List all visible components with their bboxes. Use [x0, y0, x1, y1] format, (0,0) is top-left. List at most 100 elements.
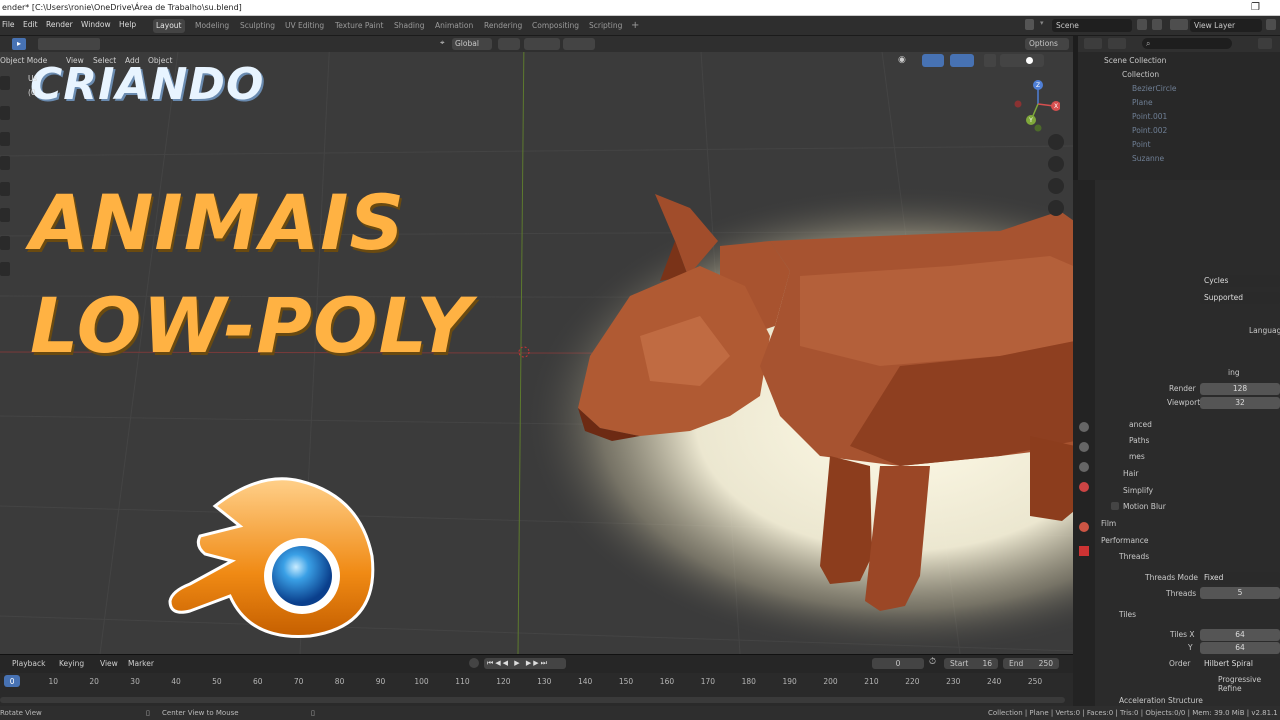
menu-render[interactable]: Render — [46, 20, 73, 29]
select-box-icon[interactable]: ▸ — [12, 38, 26, 50]
selection-mode-icons[interactable] — [38, 38, 100, 50]
measure-tool-icon[interactable] — [0, 262, 10, 276]
scene-selector[interactable]: Scene — [1052, 19, 1132, 32]
display-mode-icon[interactable] — [1108, 38, 1126, 49]
menu-edit[interactable]: Edit — [23, 20, 38, 29]
current-frame-field[interactable]: 0 — [872, 658, 924, 669]
material-tab-icon[interactable] — [1079, 522, 1089, 532]
outliner-item-plane[interactable]: Plane — [1078, 96, 1280, 110]
hair-header[interactable]: Hair — [1123, 469, 1138, 478]
view-layer-selector[interactable]: View Layer — [1190, 19, 1262, 32]
tab-uv-editing[interactable]: UV Editing — [282, 19, 327, 33]
world-tab-icon[interactable] — [1079, 442, 1089, 452]
menu-object[interactable]: Object — [148, 56, 172, 65]
timeline-scrollbar[interactable] — [0, 697, 1065, 703]
performance-header[interactable]: Performance — [1101, 536, 1149, 545]
playback-controls[interactable]: ⏮◀◀ ▶ ▶▶⏭ — [484, 658, 566, 669]
xray-toggle-icon[interactable] — [984, 54, 996, 67]
render-samples-field[interactable]: 128 — [1200, 383, 1280, 395]
perspective-grid-icon[interactable] — [1048, 200, 1064, 216]
new-view-layer-icon[interactable] — [1266, 19, 1276, 30]
tab-compositing[interactable]: Compositing — [529, 19, 582, 33]
outliner-item-suzanne[interactable]: Suzanne — [1078, 152, 1280, 166]
start-frame-field[interactable]: Start 16 — [944, 658, 998, 669]
gizmo-toggle-icon[interactable] — [922, 54, 944, 67]
menu-help[interactable]: Help — [119, 20, 136, 29]
threads-field[interactable]: 5 — [1200, 587, 1280, 599]
tab-rendering[interactable]: Rendering — [481, 19, 525, 33]
viewport-samples-field[interactable]: 32 — [1200, 397, 1280, 409]
outliner-item-point-002[interactable]: Point.002 — [1078, 124, 1280, 138]
outliner-search-input[interactable]: ⌕ — [1142, 38, 1232, 49]
acceleration-structure-header[interactable]: Acceleration Structure — [1119, 696, 1203, 705]
select-tool-icon[interactable] — [0, 76, 10, 90]
texture-tab-icon[interactable] — [1079, 546, 1089, 556]
motion-blur-checkbox[interactable] — [1111, 502, 1119, 510]
marker-menu[interactable]: Marker — [128, 659, 154, 668]
outliner-item-point-001[interactable]: Point.001 — [1078, 110, 1280, 124]
mode-dropdown[interactable]: Object Mode — [0, 56, 47, 65]
film-header[interactable]: Film — [1101, 519, 1116, 528]
overlay-toggle-icon[interactable] — [950, 54, 974, 67]
outliner-scene-collection[interactable]: Scene Collection — [1078, 54, 1280, 68]
threads-subheader[interactable]: Threads — [1119, 552, 1149, 561]
filter-icon[interactable] — [1258, 38, 1272, 49]
menu-select[interactable]: Select — [93, 56, 116, 65]
modifier-tab-icon[interactable] — [1079, 482, 1089, 492]
tab-texture-paint[interactable]: Texture Paint — [332, 19, 386, 33]
outliner-collection[interactable]: Collection — [1078, 68, 1280, 82]
motion-blur-header[interactable]: Motion Blur — [1123, 502, 1166, 511]
scene-tab-icon[interactable] — [1079, 422, 1089, 432]
options-dropdown[interactable]: Options — [1025, 38, 1069, 50]
stopwatch-icon[interactable]: ⏱ — [929, 657, 936, 667]
order-dropdown[interactable]: Hilbert Spiral — [1200, 658, 1280, 670]
playback-menu[interactable]: Playback — [12, 659, 45, 668]
tab-scripting[interactable]: Scripting — [586, 19, 625, 33]
new-scene-icon[interactable] — [1137, 19, 1147, 30]
solid-shading-icon[interactable] — [1026, 57, 1033, 64]
progressive-refine-checkbox[interactable]: Progressive Refine — [1218, 675, 1280, 693]
end-frame-field[interactable]: End 250 — [1003, 658, 1059, 669]
pivot-point-dropdown[interactable] — [498, 38, 520, 50]
tiles-y-field[interactable]: 64 — [1200, 642, 1280, 654]
scale-tool-icon[interactable] — [0, 182, 10, 196]
tab-modeling[interactable]: Modeling — [192, 19, 232, 33]
move-tool-icon[interactable] — [0, 132, 10, 146]
tiles-x-field[interactable]: 64 — [1200, 629, 1280, 641]
record-button[interactable] — [469, 658, 479, 668]
pin-icon[interactable]: ▾ — [1040, 19, 1052, 30]
snapping-toggle[interactable] — [524, 38, 560, 50]
annotate-tool-icon[interactable] — [0, 236, 10, 250]
outliner-item-beziercircle[interactable]: BezierCircle — [1078, 82, 1280, 96]
volumes-header[interactable]: mes — [1129, 452, 1145, 461]
rotate-tool-icon[interactable] — [0, 156, 10, 170]
shading-mode-icons[interactable] — [1000, 54, 1044, 67]
tab-animation[interactable]: Animation — [432, 19, 476, 33]
threads-mode-dropdown[interactable]: Fixed — [1200, 572, 1280, 584]
menu-view[interactable]: View — [66, 56, 84, 65]
transform-tool-icon[interactable] — [0, 208, 10, 222]
transform-orientation-dropdown[interactable]: Global — [452, 38, 492, 50]
tab-layout[interactable]: Layout — [153, 19, 185, 33]
editor-type-icon[interactable] — [1084, 38, 1102, 49]
cursor-tool-icon[interactable] — [0, 106, 10, 120]
light-paths-header[interactable]: Paths — [1129, 436, 1149, 445]
tab-sculpting[interactable]: Sculpting — [237, 19, 278, 33]
device-dropdown[interactable]: Supported — [1200, 292, 1280, 304]
advanced-header[interactable]: anced — [1129, 420, 1152, 429]
zoom-icon[interactable] — [1048, 134, 1064, 150]
timeline-view-menu[interactable]: View — [100, 659, 118, 668]
render-engine-dropdown[interactable]: Cycles — [1200, 275, 1280, 287]
view-layer-icon[interactable] — [1170, 19, 1188, 30]
hand-pan-icon[interactable] — [1048, 156, 1064, 172]
visibility-eye-icon[interactable]: ◉ — [898, 55, 914, 67]
tiles-subheader[interactable]: Tiles — [1119, 610, 1136, 619]
scene-icon[interactable] — [1025, 19, 1034, 30]
proportional-editing-toggle[interactable] — [563, 38, 595, 50]
menu-file[interactable]: File — [2, 20, 15, 29]
object-tab-icon[interactable] — [1079, 462, 1089, 472]
outliner-item-point[interactable]: Point — [1078, 138, 1280, 152]
restore-window-icon[interactable]: ❐ — [1251, 0, 1260, 16]
add-workspace-button[interactable]: + — [628, 19, 642, 33]
camera-view-icon[interactable] — [1048, 178, 1064, 194]
